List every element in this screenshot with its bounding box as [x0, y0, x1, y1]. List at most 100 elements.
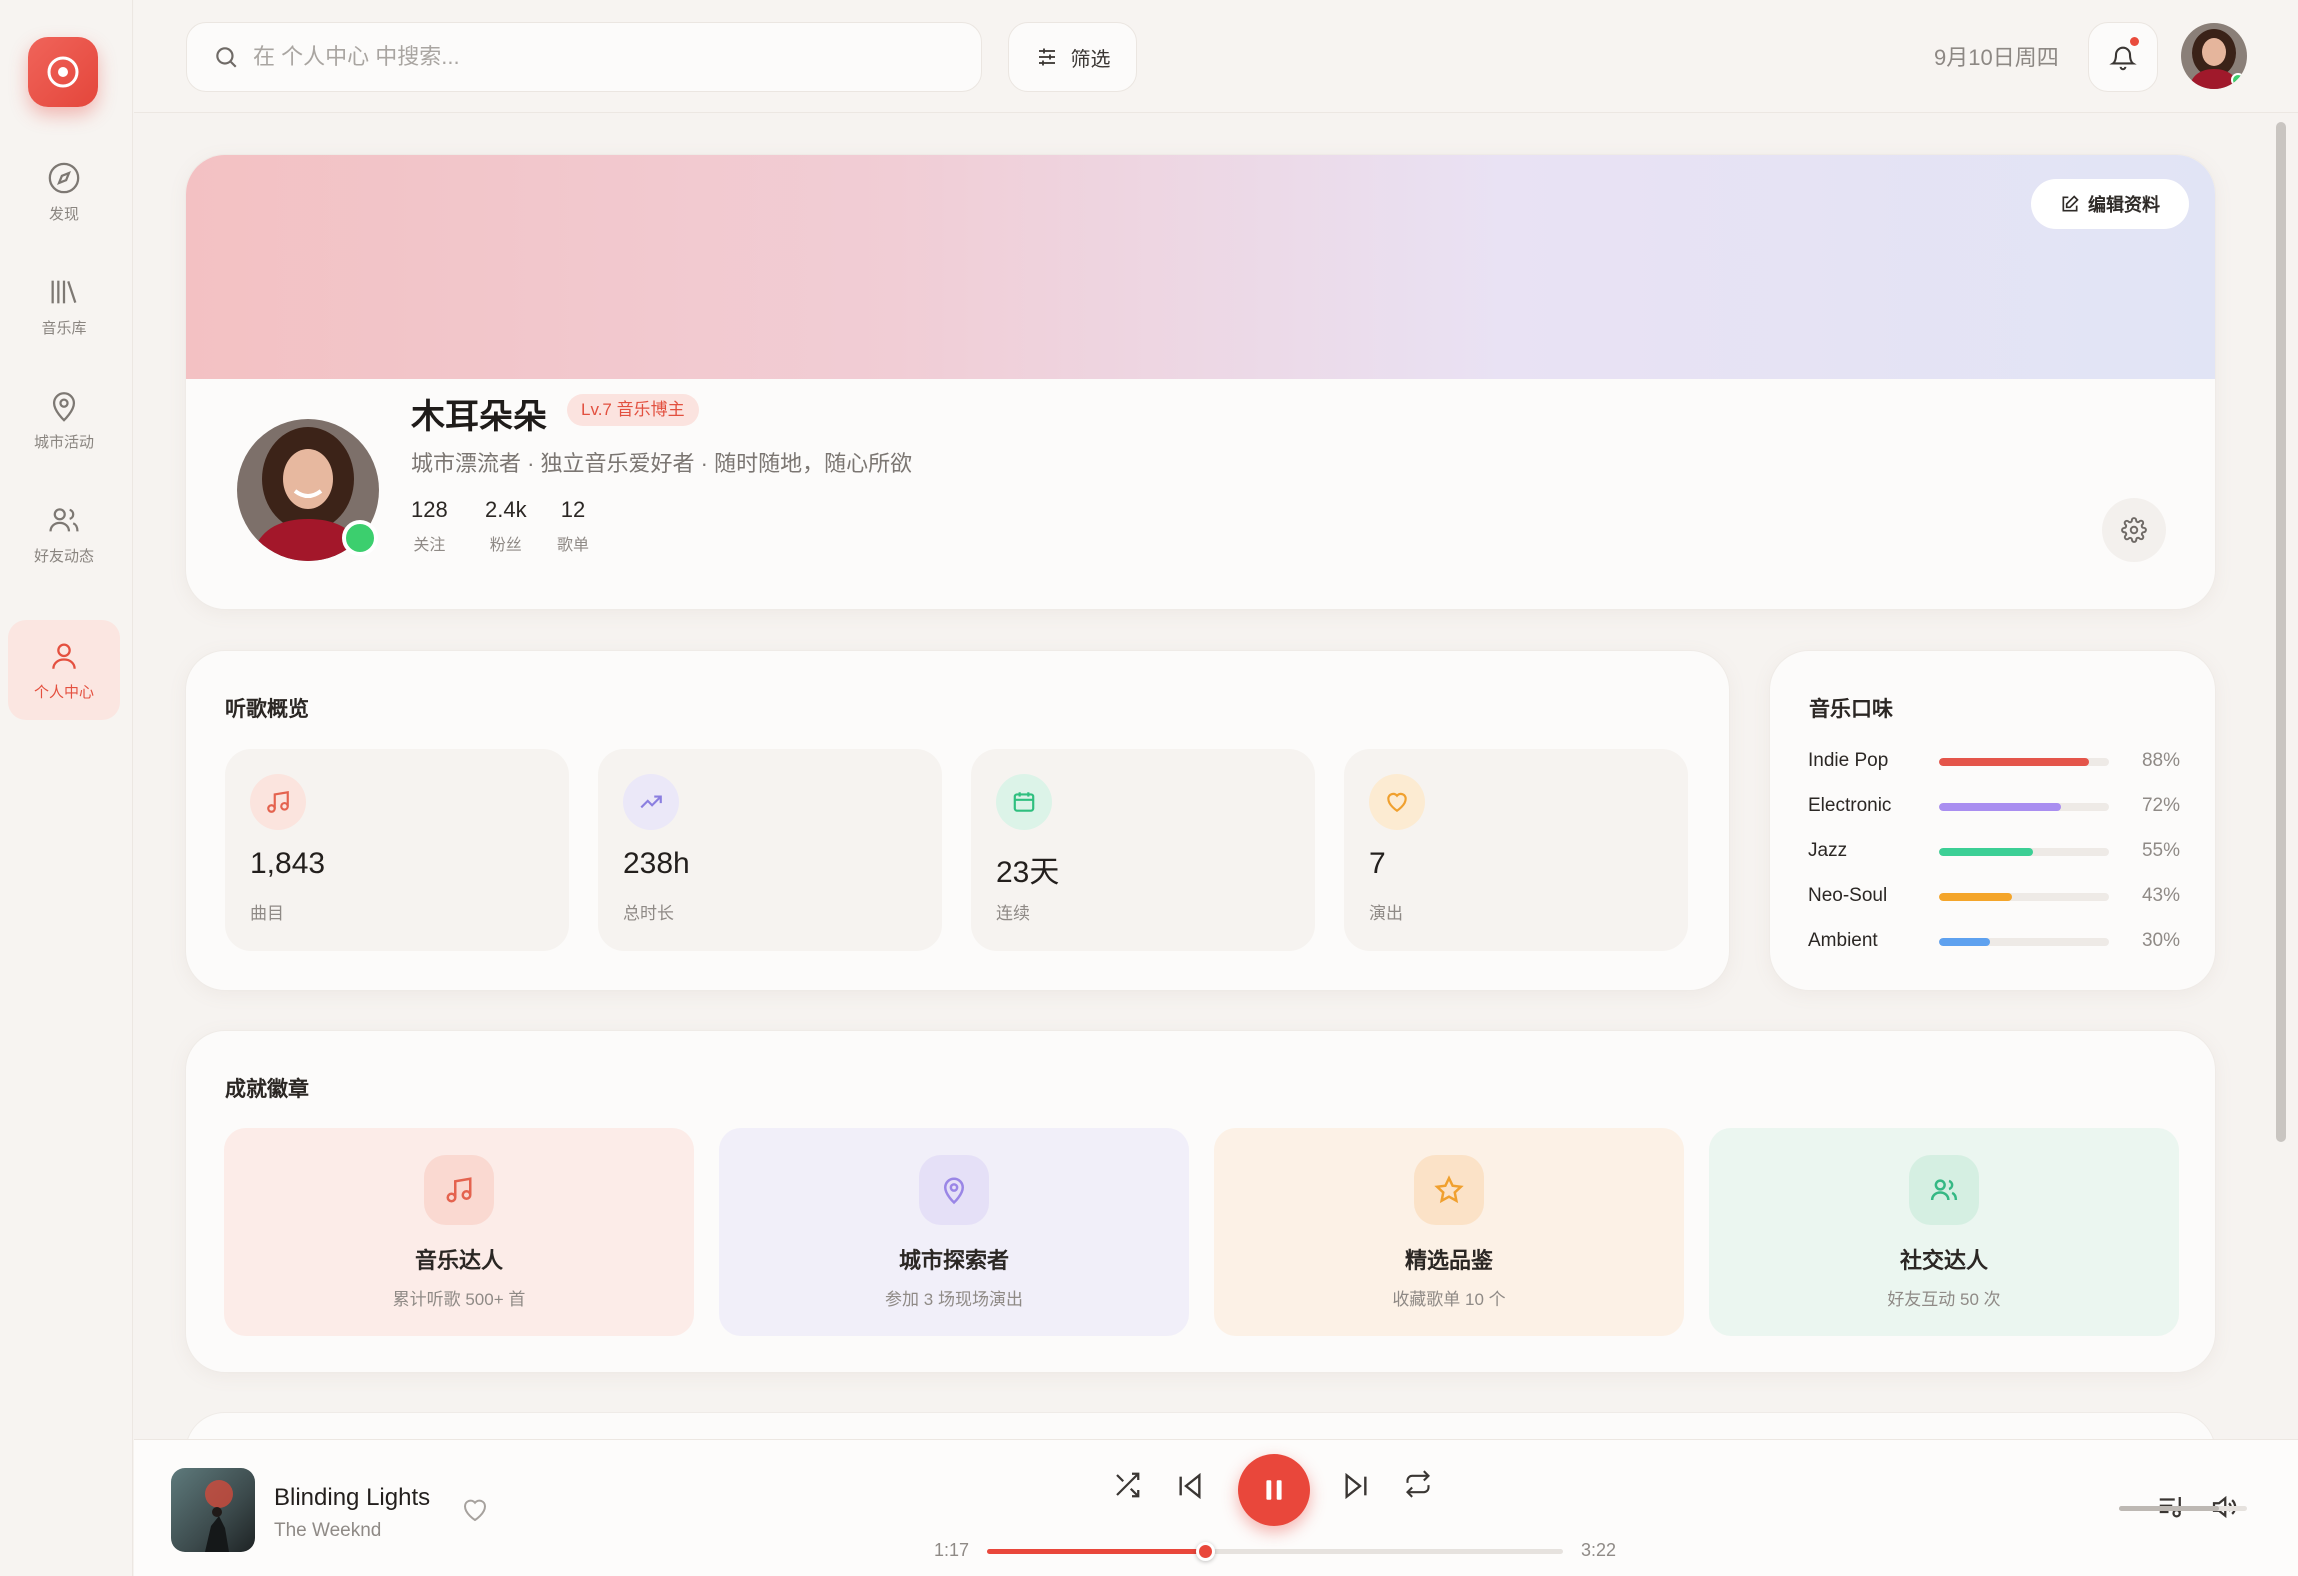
- users-icon: [1930, 1179, 1958, 1201]
- icon-circle: [250, 774, 306, 830]
- nav-label: 好友动态: [33, 547, 94, 565]
- like-button[interactable]: [460, 1495, 490, 1530]
- shuffle-icon: [1116, 1472, 1140, 1498]
- genre-percent: 72%: [2141, 795, 2180, 816]
- song-title: Blinding Lights: [274, 1484, 431, 1511]
- badge-social-master[interactable]: 社交达人 好友互动 50 次: [1709, 1128, 2179, 1336]
- heart-icon: [463, 1499, 487, 1522]
- stat-label: 连续: [996, 904, 1030, 923]
- genre-bar: [1939, 758, 2109, 766]
- settings-button[interactable]: [2102, 498, 2166, 562]
- star-icon: [1434, 1175, 1464, 1204]
- edit-profile-button[interactable]: 编辑资料: [2031, 179, 2189, 229]
- skip-forward-icon: [1345, 1472, 1367, 1500]
- next-button[interactable]: [1340, 1470, 1372, 1502]
- search-box[interactable]: [186, 22, 982, 92]
- nav-item-library[interactable]: 音乐库: [8, 256, 120, 356]
- badge-city-explorer[interactable]: 城市探索者 参加 3 场现场演出: [719, 1128, 1189, 1336]
- nav-label: 个人中心: [33, 683, 94, 701]
- progress-bar[interactable]: [987, 1542, 1563, 1561]
- badge-music-master[interactable]: 音乐达人 累计听歌 500+ 首: [224, 1128, 694, 1336]
- album-art-image: [171, 1468, 255, 1552]
- map-pin-icon: [943, 1177, 965, 1205]
- badge-icon-box: [1909, 1155, 1979, 1225]
- stat-tile-tracks[interactable]: 1,843 曲目: [225, 749, 569, 951]
- stat-following[interactable]: 128 关注: [411, 497, 448, 555]
- bell-icon: [2109, 46, 2137, 71]
- badge-icon-box: [919, 1155, 989, 1225]
- scrollbar-thumb[interactable]: [2276, 122, 2286, 1142]
- genre-row: Indie Pop 88%: [1808, 746, 2180, 776]
- badge-title: 音乐达人: [414, 1248, 503, 1273]
- top-bar: 筛选 9月10日周四: [134, 0, 2298, 113]
- genre-percent: 88%: [2141, 750, 2180, 771]
- profile-bio: 城市漂流者 · 独立音乐爱好者 · 随时随地，随心所欲: [411, 451, 913, 476]
- shuffle-button[interactable]: [1112, 1470, 1142, 1500]
- album-cover[interactable]: [171, 1468, 255, 1552]
- nav-item-profile[interactable]: 个人中心: [8, 620, 120, 720]
- stat-label: 歌单: [557, 537, 590, 554]
- stat-label: 曲目: [250, 904, 284, 923]
- stat-label: 演出: [1369, 904, 1403, 923]
- stat-label: 关注: [413, 537, 446, 554]
- genre-bar-fill: [1939, 938, 1990, 946]
- user-avatar[interactable]: [2181, 23, 2247, 89]
- notification-dot: [2130, 37, 2139, 46]
- genre-bar: [1939, 848, 2109, 856]
- stat-value: 23天: [996, 856, 1060, 889]
- genre-bar: [1939, 893, 2109, 901]
- pause-button[interactable]: [1238, 1454, 1310, 1526]
- online-indicator: [2231, 73, 2245, 87]
- nav-label: 音乐库: [41, 319, 87, 337]
- stat-value: 7: [1369, 847, 1386, 880]
- stat-followers[interactable]: 2.4k 粉丝: [485, 497, 527, 555]
- artist-name: The Weeknd: [274, 1520, 382, 1541]
- section-title: 音乐口味: [1809, 698, 1893, 721]
- genre-bar-fill: [1939, 758, 2089, 766]
- profile-name: 木耳朵朵: [411, 398, 547, 436]
- app-logo[interactable]: [28, 37, 98, 107]
- stat-tile-duration[interactable]: 238h 总时长: [598, 749, 942, 951]
- music-taste-card: 音乐口味 Indie Pop 88% Electronic 72% Jazz 5…: [1769, 650, 2216, 991]
- stat-tile-concerts[interactable]: 7 演出: [1344, 749, 1688, 951]
- stat-label: 总时长: [623, 904, 674, 923]
- nav-label: 城市活动: [33, 433, 94, 451]
- pause-icon: [1266, 1480, 1282, 1500]
- icon-circle: [623, 774, 679, 830]
- badge-title: 城市探索者: [898, 1248, 1009, 1273]
- library-icon: [51, 280, 77, 303]
- repeat-icon: [1406, 1470, 1430, 1498]
- calendar-icon: [1013, 792, 1035, 812]
- filter-button[interactable]: 筛选: [1008, 22, 1137, 92]
- stat-playlists[interactable]: 12 歌单: [557, 497, 589, 555]
- genre-row: Ambient 30%: [1808, 926, 2180, 956]
- nav-label: 发现: [48, 205, 79, 223]
- user-icon: [52, 643, 76, 669]
- achievement-badges-card: 成就徽章 音乐达人 累计听歌 500+ 首 城市探索者 参加 3 场现场演出 精…: [185, 1030, 2216, 1373]
- genre-row: Jazz 55%: [1808, 836, 2180, 866]
- badge-curator[interactable]: 精选品鉴 收藏歌单 10 个: [1214, 1128, 1684, 1336]
- volume-slider[interactable]: [2119, 1506, 2247, 1511]
- profile-banner: [186, 155, 2215, 379]
- genre-name: Jazz: [1808, 840, 1848, 861]
- progress-knob[interactable]: [1195, 1542, 1215, 1561]
- notification-button[interactable]: [2088, 22, 2158, 92]
- skip-back-icon: [1179, 1472, 1201, 1500]
- stat-tile-streak[interactable]: 23天 连续: [971, 749, 1315, 951]
- badge-desc: 累计听歌 500+ 首: [392, 1290, 526, 1309]
- search-input[interactable]: [253, 44, 853, 70]
- gear-icon: [2121, 517, 2147, 543]
- nav-item-friends[interactable]: 好友动态: [8, 484, 120, 584]
- current-time: 1:17: [934, 1540, 970, 1560]
- genre-bar-fill: [1939, 803, 2062, 811]
- edit-icon: [2062, 195, 2079, 212]
- genre-row: Neo-Soul 43%: [1808, 881, 2180, 911]
- stat-value: 238h: [623, 847, 690, 880]
- previous-button[interactable]: [1174, 1470, 1206, 1502]
- genre-bar-fill: [1939, 893, 2013, 901]
- volume-fill: [2119, 1506, 2219, 1511]
- repeat-button[interactable]: [1404, 1470, 1432, 1498]
- listening-overview-card: 听歌概览 1,843 曲目 238h 总时长 23天 连续 7 演出: [185, 650, 1730, 991]
- nav-item-city-events[interactable]: 城市活动: [8, 370, 120, 470]
- nav-item-discover[interactable]: 发现: [8, 142, 120, 242]
